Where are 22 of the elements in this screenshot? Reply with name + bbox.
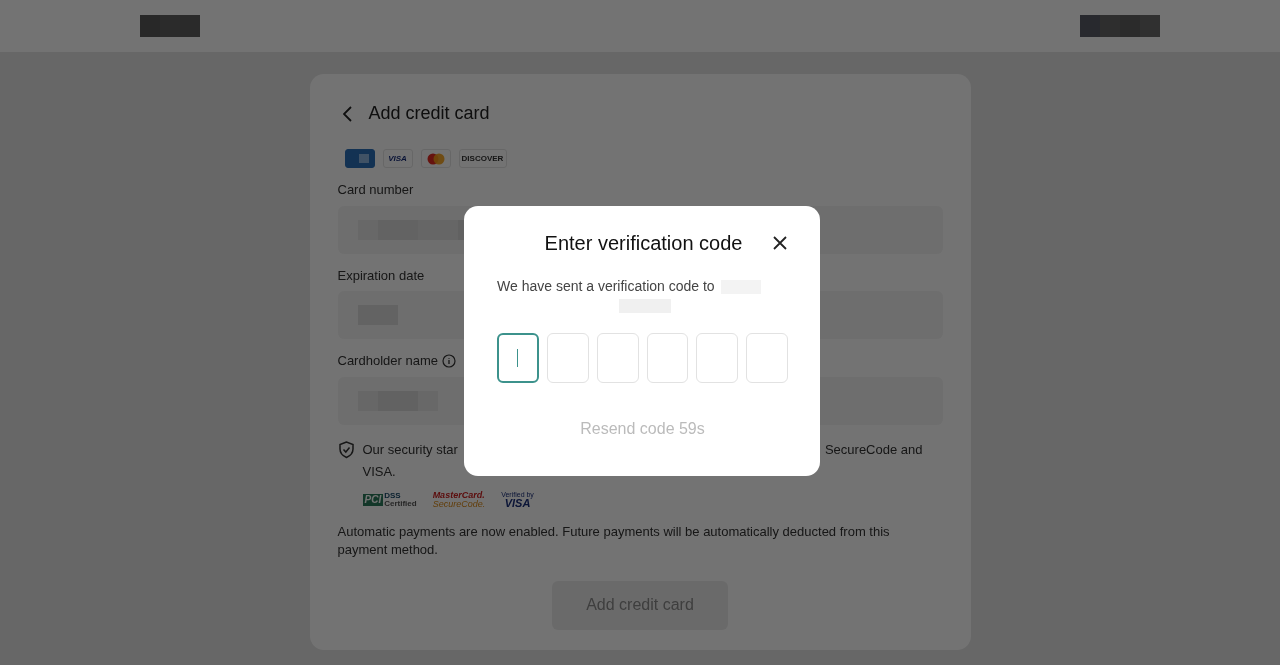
dialog-title: Enter verification code — [543, 231, 744, 256]
info-icon[interactable] — [441, 353, 456, 368]
security-text: SecureCode and — [824, 440, 923, 459]
blurred-logo — [140, 15, 200, 37]
close-icon[interactable] — [772, 235, 788, 251]
dialog-message: We have sent a verification code to — [497, 277, 715, 296]
mastercard-icon — [420, 149, 451, 168]
field-label: Cardholder name — [337, 352, 438, 370]
visa-card-logo: VISA — [382, 149, 413, 168]
code-input[interactable] — [497, 333, 539, 383]
security-text: Our security star — [362, 440, 458, 459]
back-icon[interactable] — [342, 105, 353, 122]
mastercard-securecode-logo: MasterCard. SecureCode. — [432, 490, 486, 509]
security-text: VISA. — [362, 463, 396, 479]
discover-card-logo: DISCOVER — [458, 149, 507, 168]
page-title: Add credit card — [368, 102, 490, 125]
blurred-account-icon — [1080, 15, 1160, 37]
field-label: Expiration date — [337, 266, 425, 285]
autopay-note: Automatic payments are now enabled. Future payments will be automatically deducted from this payment method. — [337, 522, 891, 559]
amex-card-icon — [344, 149, 375, 168]
shield-icon — [337, 440, 355, 459]
field-label: Card number — [337, 181, 414, 199]
